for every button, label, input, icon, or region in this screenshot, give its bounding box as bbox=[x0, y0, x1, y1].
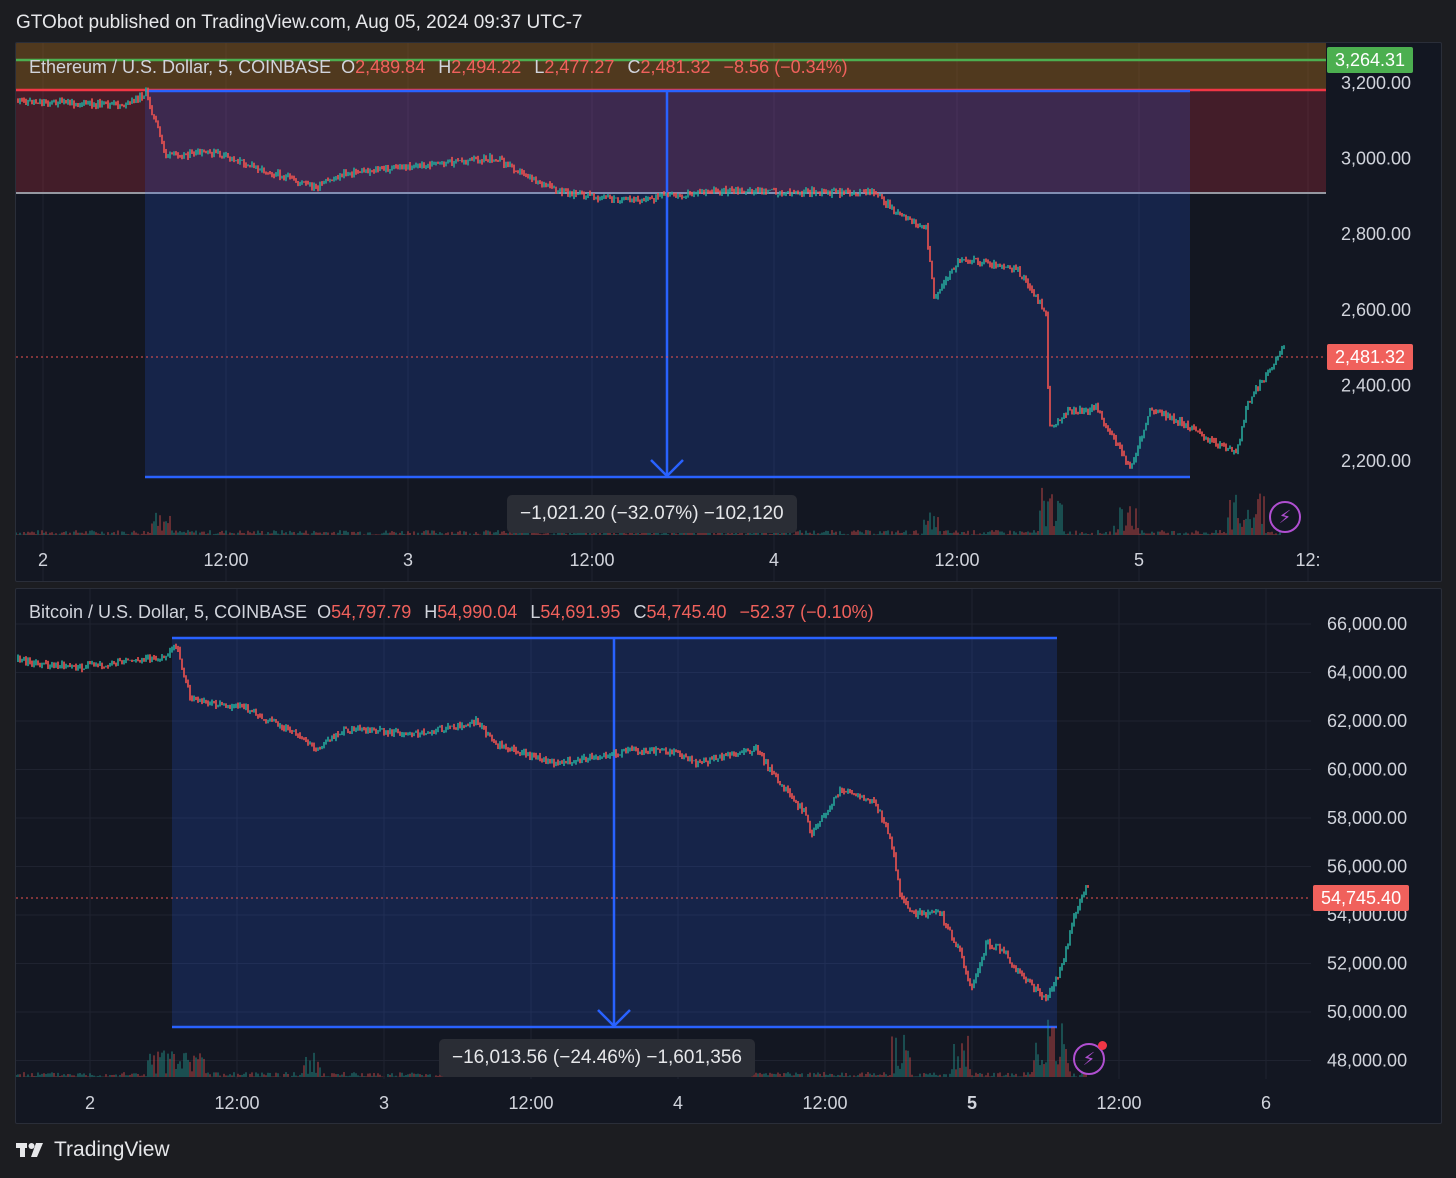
eth-close-label: C bbox=[627, 57, 641, 77]
tradingview-brand-text: TradingView bbox=[54, 1138, 170, 1161]
eth-legend: Ethereum / U.S. Dollar, 5, COINBASE O2,4… bbox=[29, 57, 848, 78]
eth-measure-label: −1,021.20 (−32.07%) −102,120 bbox=[507, 495, 797, 533]
btc-open-value: 54,797.79 bbox=[331, 602, 412, 622]
btc-x-tick: 2 bbox=[85, 1093, 95, 1113]
btc-close-label: C bbox=[633, 602, 647, 622]
eth-high-label: H bbox=[438, 57, 452, 77]
btc-close-value: 54,745.40 bbox=[646, 602, 727, 622]
btc-lightning-icon[interactable]: ⚡ bbox=[1073, 1041, 1107, 1075]
undefined-y-tick: 2,600.00 bbox=[1341, 300, 1411, 320]
undefined-x-tick: 3 bbox=[403, 550, 413, 570]
btc-x-tick: 3 bbox=[379, 1093, 389, 1113]
undefined-y-tick: 2,400.00 bbox=[1341, 375, 1411, 395]
btc-high-value: 54,990.04 bbox=[437, 602, 518, 622]
undefined-y-tick: 2,800.00 bbox=[1341, 224, 1411, 244]
eth-lightning-icon[interactable]: ⚡ bbox=[1269, 501, 1301, 533]
undefined-y-tick: 3,200.00 bbox=[1341, 73, 1411, 93]
btc-open-label: O bbox=[317, 602, 332, 622]
btc-high-label: H bbox=[424, 602, 438, 622]
publish-caption: GTObot published on TradingView.com, Aug… bbox=[16, 12, 583, 33]
btc-chart-panel[interactable]: 66,000.00 64,000.00 62,000.00 60,000.00 58,0… bbox=[15, 588, 1442, 1124]
tradingview-logo-icon bbox=[16, 1143, 43, 1157]
btc-x-tick: 12:00 bbox=[214, 1093, 259, 1113]
btc-y-tick: 52,000.00 bbox=[1327, 954, 1407, 974]
btc-x-tick: 12:00 bbox=[1096, 1093, 1141, 1113]
btc-change: −52.37 (−0.10%) bbox=[739, 602, 874, 622]
btc-y-tick: 60,000.00 bbox=[1327, 760, 1407, 780]
btc-y-tick: 50,000.00 bbox=[1327, 1002, 1407, 1022]
eth-top-price-tag: 3,264.31 bbox=[1327, 47, 1414, 73]
eth-symbol: Ethereum / U.S. Dollar, 5, COINBASE bbox=[29, 57, 332, 77]
btc-x-tick: 6 bbox=[1261, 1093, 1271, 1113]
btc-y-tick: 66,000.00 bbox=[1327, 614, 1407, 634]
btc-symbol: Bitcoin / U.S. Dollar, 5, COINBASE bbox=[29, 602, 308, 622]
btc-low-value: 54,691.95 bbox=[540, 602, 621, 622]
eth-open-label: O bbox=[341, 57, 356, 77]
btc-y-tick: 48,000.00 bbox=[1327, 1051, 1407, 1071]
btc-x-tick: 5 bbox=[967, 1093, 977, 1113]
btc-y-tick: 64,000.00 bbox=[1327, 663, 1407, 683]
undefined-x-tick: 12: bbox=[1295, 550, 1320, 570]
eth-low-value: 2,477.27 bbox=[544, 57, 615, 77]
undefined-y-tick: 2,200.00 bbox=[1341, 451, 1411, 471]
btc-measure-label: −16,013.56 (−24.46%) −1,601,356 bbox=[439, 1039, 755, 1077]
eth-open-value: 2,489.84 bbox=[355, 57, 426, 77]
undefined-x-tick: 12:00 bbox=[569, 550, 614, 570]
btc-y-tick: 56,000.00 bbox=[1327, 857, 1407, 877]
undefined-y-tick: 3,000.00 bbox=[1341, 149, 1411, 169]
tradingview-logo[interactable]: TradingView bbox=[16, 1138, 170, 1162]
undefined-x-tick: 12:00 bbox=[203, 550, 248, 570]
eth-last-price-tag: 2,481.32 bbox=[1327, 344, 1414, 370]
eth-chart-panel[interactable]: 3,200.00 3,000.00 2,800.00 2,600.00 2,400.00… bbox=[15, 42, 1442, 582]
undefined-x-tick: 12:00 bbox=[934, 550, 979, 570]
btc-x-tick: 12:00 bbox=[508, 1093, 553, 1113]
eth-low-label: L bbox=[534, 57, 545, 77]
btc-low-label: L bbox=[530, 602, 541, 622]
btc-x-tick: 12:00 bbox=[802, 1093, 847, 1113]
eth-change: −8.56 (−0.34%) bbox=[723, 57, 848, 77]
undefined-x-tick: 2 bbox=[38, 550, 48, 570]
eth-close-value: 2,481.32 bbox=[640, 57, 711, 77]
btc-y-tick: 58,000.00 bbox=[1327, 808, 1407, 828]
undefined-x-tick: 4 bbox=[769, 550, 779, 570]
undefined-x-tick: 5 bbox=[1134, 550, 1144, 570]
btc-legend: Bitcoin / U.S. Dollar, 5, COINBASE O54,7… bbox=[29, 602, 874, 623]
btc-last-price-tag: 54,745.40 bbox=[1313, 885, 1410, 911]
eth-high-value: 2,494.22 bbox=[451, 57, 522, 77]
btc-x-tick: 4 bbox=[673, 1093, 683, 1113]
btc-y-tick: 62,000.00 bbox=[1327, 711, 1407, 731]
alert-dot-icon bbox=[1098, 1041, 1107, 1050]
